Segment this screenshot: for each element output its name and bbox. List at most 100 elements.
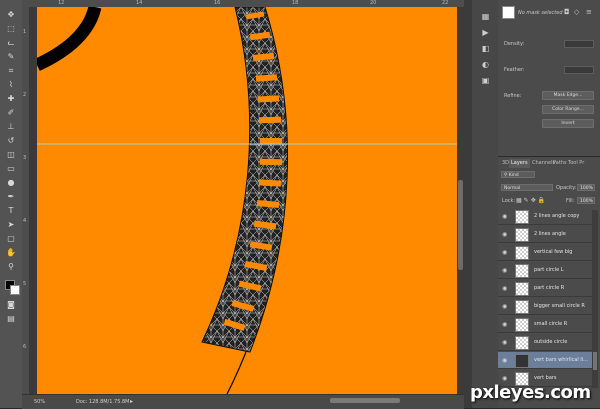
fill-input[interactable]: 100% (577, 197, 595, 204)
horizontal-scroll-thumb[interactable] (330, 398, 400, 403)
gradient-tool-icon[interactable]: ▭ (5, 164, 17, 174)
eyedropper-tool-icon[interactable]: ⌇ (5, 80, 17, 90)
dodge-tool-icon[interactable]: ● (5, 178, 17, 188)
styles-panel-icon[interactable]: ▣ (481, 76, 490, 85)
filter-kind-select[interactable]: ⚲ Kind (501, 171, 535, 178)
visibility-eye-icon[interactable]: ◉ (502, 213, 507, 220)
vector-mask-icon[interactable]: ◇ (574, 8, 579, 16)
move-tool-icon[interactable]: ✥ (5, 10, 17, 20)
marquee-tool-icon[interactable]: ⬚ (5, 24, 17, 34)
artwork (37, 7, 457, 394)
layers-scroll-thumb[interactable] (593, 352, 597, 370)
adjustments-panel-icon[interactable]: ◐ (481, 60, 490, 69)
pen-tool-icon[interactable]: ✒ (5, 192, 17, 202)
ruler-tick-label: 16 (214, 0, 221, 6)
layer-row[interactable]: ◉ vertical few big (498, 244, 592, 261)
ruler-tick-label: 6 (23, 344, 27, 350)
eraser-tool-icon[interactable]: ◫ (5, 150, 17, 160)
hand-tool-icon[interactable]: ✋ (5, 248, 17, 258)
ruler-tick-label: 22 (442, 0, 449, 6)
ruler-tick-label: 3 (23, 155, 27, 161)
ruler-tick-label: 12 (58, 0, 65, 6)
layer-name: part circle R (534, 285, 565, 291)
opacity-input[interactable]: 100% (577, 184, 595, 191)
feather-slider[interactable] (564, 66, 594, 74)
layer-row[interactable]: ◉ outside circle (498, 334, 592, 351)
layer-row[interactable]: ◉ 2 lines angle (498, 226, 592, 243)
fill-value: 100% (580, 199, 593, 204)
mask-status-label: No mask selected (518, 10, 563, 16)
layer-name: part circle L (534, 267, 564, 273)
ruler-tick-label: 18 (292, 0, 299, 6)
blend-mode-value: Normal (504, 186, 521, 191)
history-panel-icon[interactable]: ▦ (481, 12, 490, 21)
status-menu-arrow-icon[interactable]: ▸ (130, 398, 133, 405)
crop-tool-icon[interactable]: ⌗ (5, 66, 17, 76)
filter-kind-label: Kind (508, 173, 519, 178)
properties-panel: No mask selected ◘ ◇ ≡ Density: Feather:… (498, 0, 600, 157)
visibility-eye-icon[interactable]: ◉ (502, 339, 507, 346)
blend-mode-select[interactable]: Normal (501, 184, 553, 191)
type-tool-icon[interactable]: T (5, 206, 17, 216)
layer-row[interactable]: ◉ bigger small circle R (498, 298, 592, 315)
visibility-eye-icon[interactable]: ◉ (502, 285, 507, 292)
layer-name: vertical few big (534, 249, 573, 255)
layer-name: outside circle (534, 339, 568, 345)
mask-edge-button[interactable]: Mask Edge... (542, 91, 594, 100)
visibility-eye-icon[interactable]: ◉ (502, 303, 507, 310)
zoom-tool-icon[interactable]: ⚲ (5, 262, 17, 272)
layer-row-selected[interactable]: ◉ vert bars whirlical li... (498, 352, 592, 369)
layer-thumbnail (515, 264, 529, 278)
layer-thumbnail (515, 210, 529, 224)
pixel-mask-icon[interactable]: ◘ (564, 8, 570, 16)
quick-select-tool-icon[interactable]: ✎ (5, 52, 17, 62)
layer-row[interactable]: ◉ part circle R (498, 280, 592, 297)
layer-thumbnail (515, 300, 529, 314)
panel-menu-icon[interactable]: ≡ (586, 8, 592, 16)
path-select-tool-icon[interactable]: ➤ (5, 220, 17, 230)
swatches-panel-icon[interactable]: ◧ (481, 44, 490, 53)
brush-tool-icon[interactable]: ✐ (5, 108, 17, 118)
layer-name: 2 lines angle copy (534, 213, 580, 219)
visibility-eye-icon[interactable]: ◉ (502, 267, 507, 274)
color-range-button[interactable]: Color Range... (542, 105, 594, 114)
visibility-eye-icon[interactable]: ◉ (502, 321, 507, 328)
watermark: pxleyes.com (470, 382, 591, 403)
ruler-tick-label: 20 (370, 0, 377, 6)
ladder-band (201, 7, 289, 353)
zoom-level[interactable]: 50% (34, 399, 45, 405)
layer-name: vert bars whirlical li... (534, 357, 588, 363)
history-brush-tool-icon[interactable]: ↺ (5, 136, 17, 146)
document-info: Doc: 128.8M/1.75.8M (76, 399, 130, 405)
healing-tool-icon[interactable]: ✚ (5, 94, 17, 104)
layer-thumbnail (515, 336, 529, 350)
lock-label: Lock: (502, 198, 516, 204)
layer-row[interactable]: ◉ 2 lines angle copy (498, 208, 592, 225)
visibility-eye-icon[interactable]: ◉ (502, 375, 507, 382)
shape-tool-icon[interactable]: ▢ (5, 234, 17, 244)
visibility-eye-icon[interactable]: ◉ (502, 231, 507, 238)
actions-panel-icon[interactable]: ▶ (481, 28, 490, 37)
lasso-tool-icon[interactable]: ᓚ (5, 38, 17, 48)
opacity-value: 100% (580, 186, 593, 191)
visibility-eye-icon[interactable]: ◉ (502, 249, 507, 256)
tab-layers[interactable]: Layers (509, 159, 530, 168)
layer-thumbnail (515, 228, 529, 242)
layer-row[interactable]: ◉ small circle R (498, 316, 592, 333)
ruler-tick-label: 4 (23, 218, 27, 224)
tab-tool-presets[interactable]: Tool Pr (566, 159, 586, 168)
quick-mask-icon[interactable]: ◙ (5, 300, 17, 310)
invert-button[interactable]: Invert (542, 119, 594, 128)
background-color-swatch[interactable] (10, 285, 20, 295)
density-slider[interactable] (564, 40, 594, 48)
stamp-tool-icon[interactable]: ⊥ (5, 122, 17, 132)
screen-mode-icon[interactable]: ▤ (5, 314, 17, 324)
vertical-scroll-thumb[interactable] (458, 180, 463, 270)
visibility-eye-icon[interactable]: ◉ (502, 357, 507, 364)
lock-icons[interactable]: ▦✎✥🔒 (516, 197, 547, 204)
layer-thumbnail (515, 282, 529, 296)
layer-row[interactable]: ◉ part circle L (498, 262, 592, 279)
layer-thumbnail (515, 246, 529, 260)
document-canvas[interactable] (37, 7, 457, 394)
mask-thumbnail (502, 6, 515, 19)
